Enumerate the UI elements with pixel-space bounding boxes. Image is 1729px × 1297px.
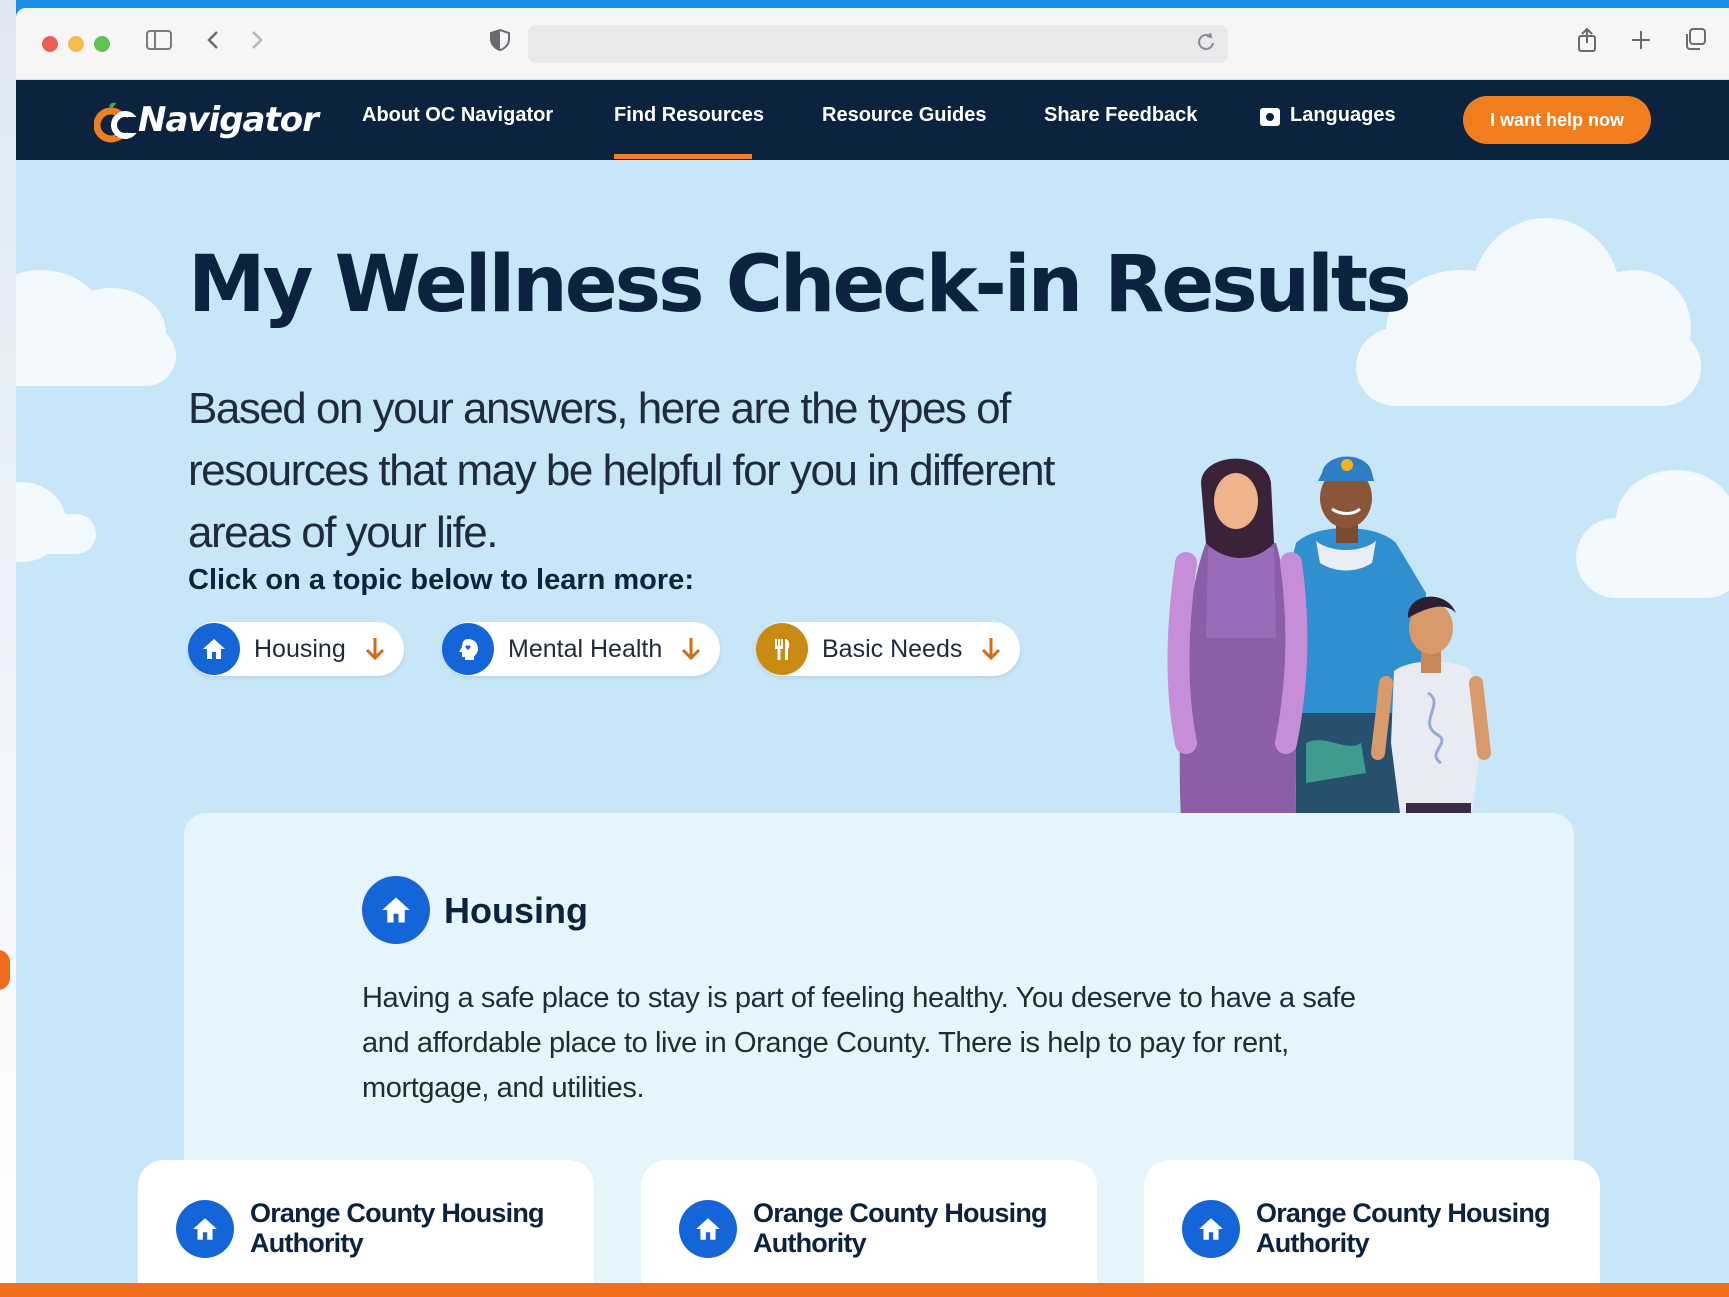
minimize-window-button[interactable] [68,36,84,52]
section-description: Having a safe place to stay is part of f… [362,982,1356,1104]
resource-card[interactable]: Orange County Housing Authority [138,1160,594,1283]
topic-label: Basic Needs [822,634,963,663]
utensils-icon [756,623,808,675]
topic-pill-mental-health[interactable]: Mental Health [442,622,721,676]
oc-navigator-logo[interactable]: Navigator [93,94,319,146]
home-icon [679,1200,737,1258]
nav-about[interactable]: About OC Navigator [362,104,553,127]
oc-logo-icon [93,99,139,143]
topic-label: Housing [254,634,346,663]
nav-share-feedback[interactable]: Share Feedback [1044,104,1197,127]
topic-pill-housing[interactable]: Housing [188,622,404,676]
resource-title[interactable]: Orange County Housing Authority [250,1198,570,1258]
home-icon [362,876,430,944]
close-window-button[interactable] [42,36,58,52]
reload-icon[interactable] [1196,31,1216,59]
maximize-window-button[interactable] [94,36,110,52]
home-icon [1182,1200,1240,1258]
resource-card[interactable]: Orange County Housing Authority [641,1160,1097,1283]
share-icon[interactable] [1572,26,1602,62]
shield-icon[interactable] [486,26,514,62]
logo-text: Navigator [138,100,319,140]
nav-languages[interactable]: Languages [1290,104,1396,127]
sidebar-icon[interactable] [144,26,174,62]
home-icon [188,623,240,675]
topic-prompt: Click on a topic below to learn more: [188,564,694,596]
resource-card[interactable]: Orange County Housing Authority [1144,1160,1600,1283]
chevron-right-icon[interactable] [244,26,268,62]
languages-icon [1260,108,1280,126]
topic-pill-basic-needs[interactable]: Basic Needs [756,622,1021,676]
backdrop [0,0,16,1297]
topic-label: Mental Health [508,634,663,663]
section-title: Housing [444,890,588,931]
browser-window: Navigator About OC Navigator Find Resour… [16,8,1729,1283]
nav-resource-guides[interactable]: Resource Guides [822,104,987,127]
family-illustration [1167,456,1491,821]
plus-icon[interactable] [1626,26,1656,62]
resource-title[interactable]: Orange County Housing Authority [753,1198,1073,1258]
arrow-down-icon [682,638,701,661]
heart-head-icon [442,623,494,675]
chevron-left-icon[interactable] [202,26,226,62]
resource-title[interactable]: Orange County Housing Authority [1256,1198,1576,1258]
page-bottom-bar [0,1283,1729,1297]
help-now-button[interactable]: I want help now [1463,96,1651,144]
active-nav-indicator [614,154,752,159]
address-bar[interactable] [528,25,1228,63]
nav-find-resources[interactable]: Find Resources [614,104,764,127]
arrow-down-icon [982,638,1001,661]
arrow-down-icon [365,638,384,661]
tabs-icon[interactable] [1680,26,1710,62]
browser-toolbar [16,8,1729,80]
page-title: My Wellness Check-in Results [188,240,1412,330]
home-icon [176,1200,234,1258]
site-navigation: Navigator About OC Navigator Find Resour… [16,80,1729,160]
page-subtitle: Based on your answers, here are the type… [188,384,1055,557]
